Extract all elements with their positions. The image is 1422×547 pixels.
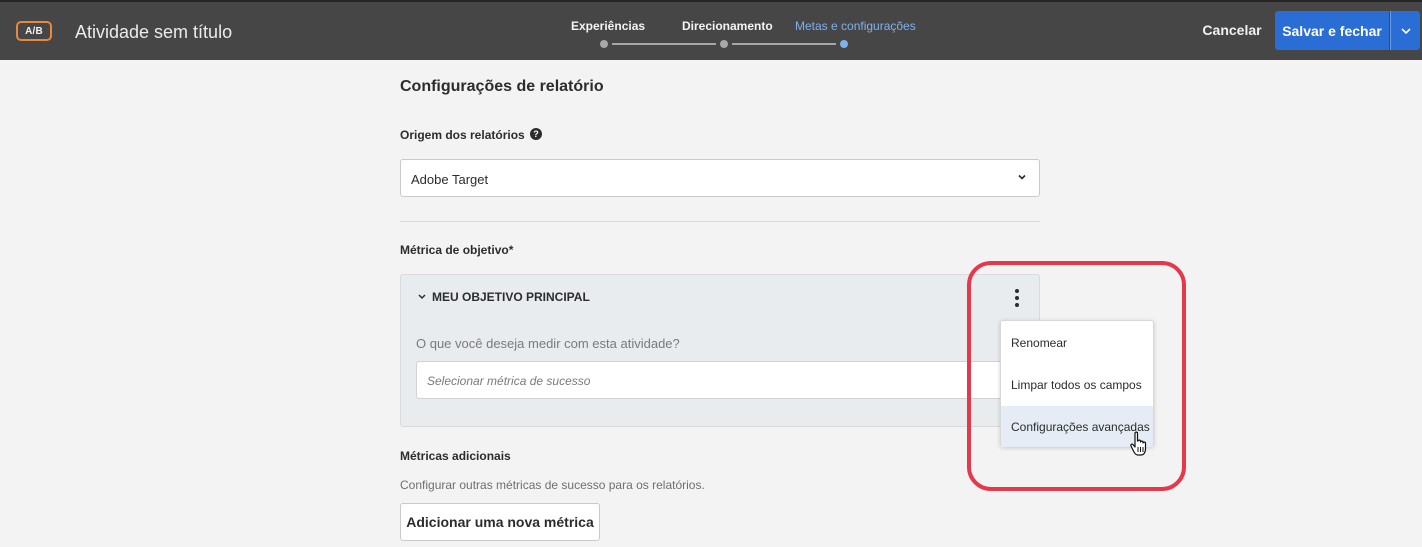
report-source-label: Origem dos relatórios xyxy=(400,128,525,142)
success-metric-input[interactable]: Selecionar métrica de sucesso xyxy=(416,361,1006,399)
step-dot-goals-settings[interactable] xyxy=(840,40,848,48)
step-goals-settings[interactable]: Metas e configurações xyxy=(795,19,916,33)
top-bar: A/B Atividade sem título Experiências Di… xyxy=(0,0,1422,60)
highlight-annotation xyxy=(967,261,1186,491)
chevron-down-icon xyxy=(1400,27,1411,34)
step-targeting[interactable]: Direcionamento xyxy=(682,19,773,33)
success-metric-placeholder: Selecionar métrica de sucesso xyxy=(427,374,591,388)
step-dot-targeting[interactable] xyxy=(720,40,728,48)
divider xyxy=(400,221,1040,222)
workflow-stepper: Experiências Direcionamento Metas e conf… xyxy=(560,0,940,60)
activity-title[interactable]: Atividade sem título xyxy=(75,22,232,43)
activity-type-badge: A/B xyxy=(16,21,52,41)
chevron-down-icon xyxy=(1018,174,1026,180)
chevron-down-icon[interactable] xyxy=(417,292,427,302)
additional-metrics-helper: Configurar outras métricas de sucesso pa… xyxy=(400,478,705,492)
cancel-button[interactable]: Cancelar xyxy=(1196,12,1268,48)
save-and-close-button[interactable]: Salvar e fechar xyxy=(1275,11,1389,50)
goal-title[interactable]: MEU OBJETIVO PRINCIPAL xyxy=(432,290,590,304)
step-connector xyxy=(732,43,836,45)
report-source-value: Adobe Target xyxy=(411,172,489,187)
add-metric-button[interactable]: Adicionar uma nova métrica xyxy=(400,503,600,541)
goal-question: O que você deseja medir com esta ativida… xyxy=(416,336,680,351)
help-icon[interactable]: ? xyxy=(530,128,542,140)
step-connector xyxy=(612,43,716,45)
hand-cursor-icon xyxy=(1130,431,1147,456)
step-experiences[interactable]: Experiências xyxy=(571,19,645,33)
goal-metric-panel: MEU OBJETIVO PRINCIPAL O que você deseja… xyxy=(400,274,1040,427)
step-dot-experiences[interactable] xyxy=(600,40,608,48)
save-options-dropdown[interactable] xyxy=(1390,11,1420,50)
page-title: Configurações de relatório xyxy=(400,78,604,95)
report-source-select[interactable]: Adobe Target xyxy=(400,159,1040,197)
goal-metric-label: Métrica de objetivo* xyxy=(400,243,514,257)
additional-metrics-label: Métricas adicionais xyxy=(400,449,511,463)
